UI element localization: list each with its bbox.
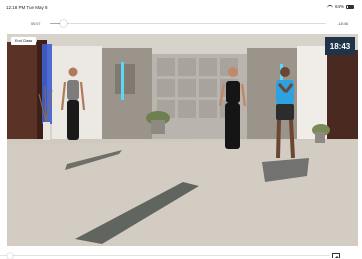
bottom-bar — [0, 249, 362, 259]
status-bar: 12:18 PM Tue May 8 64% — [0, 0, 362, 14]
elapsed-time: 00:07 — [31, 22, 41, 26]
playback-progress: 00:07 -18:46 — [0, 16, 362, 30]
remaining-time: -18:46 — [337, 22, 348, 26]
bottom-scrub-dot[interactable] — [7, 252, 13, 259]
battery-icon — [346, 4, 354, 9]
progress-thumb[interactable] — [60, 20, 68, 28]
battery-percent: 64% — [334, 4, 344, 9]
status-indicators: 64% — [326, 4, 354, 9]
end-class-button[interactable]: End Class — [11, 37, 37, 45]
progress-track[interactable] — [50, 20, 326, 28]
bottom-track — [0, 255, 330, 256]
video-player[interactable]: End Class 18:43 — [7, 34, 358, 246]
status-time: 12:18 PM Tue May 8 — [6, 5, 48, 10]
airplay-icon[interactable] — [332, 253, 340, 259]
workout-timer: 18:43 — [325, 37, 355, 55]
wifi-icon — [326, 4, 333, 9]
video-scene — [7, 34, 358, 246]
